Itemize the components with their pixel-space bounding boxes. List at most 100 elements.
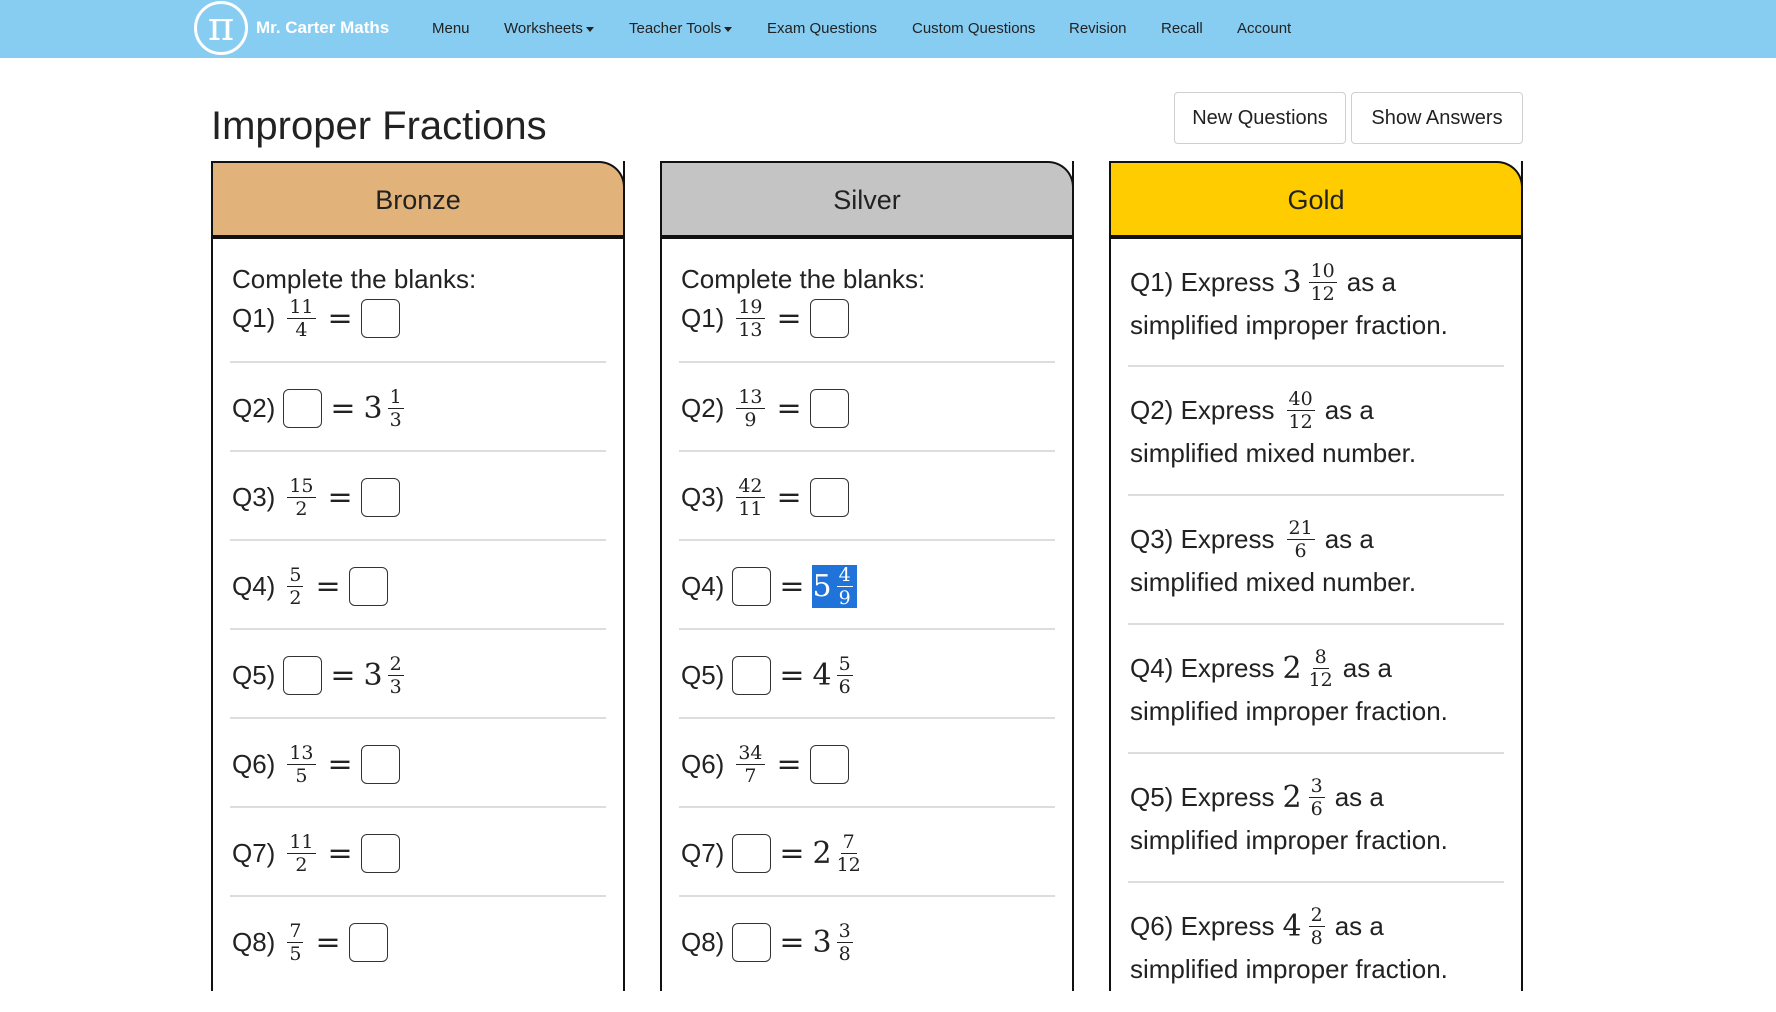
question-row: Q7) 11 2 =: [230, 808, 606, 897]
fraction: 13 9: [736, 387, 765, 430]
answer-blank[interactable]: [732, 655, 772, 695]
question-label: Q4) Express: [1130, 652, 1275, 683]
question-label: Q3): [681, 481, 725, 512]
equals-sign: =: [776, 479, 802, 515]
denominator: 4: [295, 318, 308, 341]
nav-worksheets[interactable]: Worksheets: [504, 18, 594, 40]
denominator: 9: [838, 586, 851, 609]
answer-blank[interactable]: [360, 298, 400, 338]
question-tail: as a: [1342, 652, 1392, 683]
fraction: 40 12: [1286, 389, 1315, 432]
new-questions-button[interactable]: New Questions: [1174, 92, 1346, 144]
answer-blank[interactable]: [809, 477, 849, 517]
question-label: Q2): [232, 392, 276, 423]
numerator: 5: [287, 563, 304, 587]
question-instruction: simplified improper fraction.: [1130, 954, 1448, 984]
whole-number: 2: [1282, 650, 1302, 686]
answer-blank[interactable]: [360, 833, 400, 873]
question-row: Q4) 52 =: [230, 541, 606, 630]
answer-blank[interactable]: [732, 833, 772, 873]
nav-account-label: Account: [1237, 20, 1292, 37]
nav-custom-questions[interactable]: Custom Questions: [912, 18, 1035, 40]
site-name-link[interactable]: Mr. Carter Maths: [256, 17, 389, 39]
question-label: Q5) Express: [1130, 781, 1275, 812]
fraction: 10 12: [1308, 261, 1337, 305]
denominator: 6: [1294, 539, 1307, 562]
denominator: 6: [838, 675, 851, 698]
fraction: 49: [836, 565, 853, 609]
nav-exam-questions[interactable]: Exam Questions: [767, 18, 877, 40]
gold-header: Gold: [1109, 161, 1523, 239]
question-label: Q5): [681, 659, 725, 690]
denominator: 5: [295, 764, 308, 787]
question-label: Q2): [681, 392, 725, 423]
denominator: 7: [744, 764, 757, 787]
fraction: 75: [287, 921, 304, 964]
equals-sign: =: [779, 924, 805, 960]
answer-blank[interactable]: [348, 566, 388, 606]
question-row: Q3) 15 2 =: [230, 452, 606, 541]
answer-blank[interactable]: [809, 298, 849, 338]
numerator: 7: [840, 830, 857, 854]
answer-blank[interactable]: [283, 388, 323, 428]
pi-logo-icon[interactable]: π: [194, 1, 248, 55]
equals-sign: =: [779, 657, 805, 693]
question-row: Q2) 13 9 =: [679, 363, 1055, 452]
answer-blank[interactable]: [809, 744, 849, 784]
page-title: Improper Fractions: [211, 104, 547, 148]
answer-blank[interactable]: [360, 477, 400, 517]
fraction: 34 7: [736, 743, 765, 787]
denominator: 12: [1310, 282, 1335, 305]
text-selection-highlight[interactable]: 5 49: [812, 564, 857, 609]
equals-sign: =: [776, 746, 802, 782]
question-label: Q4): [681, 570, 725, 601]
nav-teacher-tools[interactable]: Teacher Tools: [629, 18, 733, 40]
answer-blank[interactable]: [809, 388, 849, 428]
question-row: Q6) Express 4 28 as a simplified imprope…: [1128, 883, 1504, 1012]
whole-number: 2: [1282, 779, 1302, 815]
numerator: 21: [1286, 516, 1315, 540]
equals-sign: =: [330, 657, 356, 693]
numerator: 42: [736, 474, 765, 498]
question-tail: as a: [1334, 781, 1384, 812]
fraction: 11 2: [287, 832, 316, 876]
nav-account[interactable]: Account: [1237, 18, 1291, 40]
question-label: Q3): [232, 481, 276, 512]
question-tail: as a: [1324, 394, 1374, 425]
answer-blank[interactable]: [283, 655, 323, 695]
answer-blank[interactable]: [348, 922, 388, 962]
denominator: 2: [289, 586, 302, 609]
question-label: Q6): [681, 748, 725, 779]
whole-number: 3: [812, 924, 832, 960]
question-row: Q2) Express 40 12 as a simplified mixed n…: [1128, 367, 1504, 496]
fraction: 36: [1308, 776, 1325, 819]
denominator: 13: [738, 318, 763, 341]
answer-blank[interactable]: [732, 566, 772, 606]
nav-recall-label: Recall: [1161, 20, 1203, 37]
show-answers-button[interactable]: Show Answers: [1351, 92, 1523, 144]
denominator: 2: [295, 853, 308, 876]
fraction: 8 12: [1309, 647, 1333, 690]
nav-menu-label: Menu: [432, 20, 470, 37]
whole-number: 4: [812, 657, 832, 693]
nav-worksheets-label: Worksheets: [504, 20, 583, 37]
nav-menu[interactable]: Menu: [432, 18, 470, 40]
instruction-text: Complete the blanks:: [681, 264, 926, 294]
fraction: 13: [387, 385, 404, 431]
silver-column: Silver Complete the blanks: Q1) 19 13 = Q…: [660, 161, 1074, 991]
caret-down-icon: [724, 26, 733, 32]
question-label: Q1) Express: [1130, 266, 1275, 297]
nav-recall[interactable]: Recall: [1161, 18, 1203, 40]
answer-blank[interactable]: [360, 744, 400, 784]
question-row: Q1) Express 3 10 12 as a simplified impro…: [1128, 239, 1504, 367]
question-label: Q4): [232, 570, 276, 601]
question-tail: as a: [1324, 523, 1374, 554]
equals-sign: =: [315, 924, 341, 960]
question-row: Q3) Express 21 6 as a simplified mixed nu…: [1128, 496, 1504, 625]
question-row: Q3) 42 11 =: [679, 452, 1055, 541]
answer-blank[interactable]: [732, 922, 772, 962]
numerator: 1: [387, 385, 404, 409]
denominator: 3: [389, 408, 402, 431]
nav-revision[interactable]: Revision: [1069, 18, 1127, 40]
question-row: Q7) = 2 7 12: [679, 808, 1055, 897]
